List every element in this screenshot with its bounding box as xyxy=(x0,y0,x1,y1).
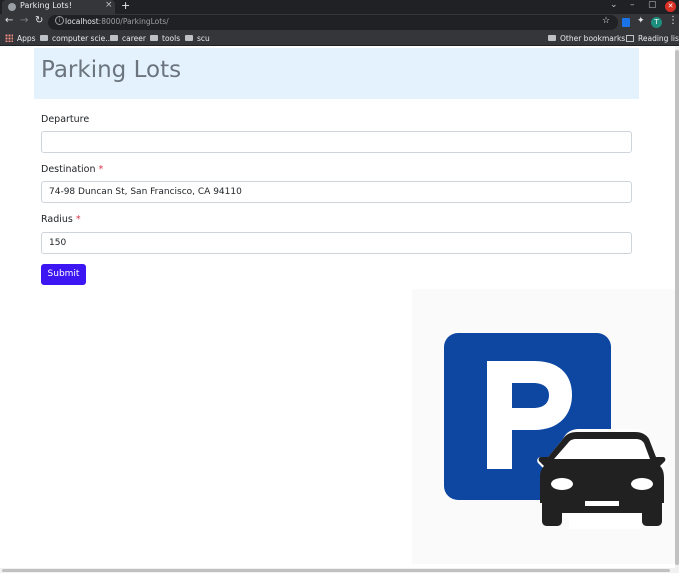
destination-label: Destination * xyxy=(41,164,104,175)
folder-icon xyxy=(185,35,193,41)
departure-input[interactable] xyxy=(41,131,632,153)
other-bookmarks[interactable]: Other bookmarks xyxy=(548,34,625,43)
browser-tab[interactable]: Parking Lots! × xyxy=(2,0,115,14)
departure-label: Departure xyxy=(41,114,90,125)
reload-icon[interactable]: ↻ xyxy=(35,15,43,26)
info-icon[interactable]: i xyxy=(55,16,64,25)
maximize-button[interactable]: ▢ xyxy=(648,0,657,10)
bookmarks-bar: Apps computer scie... career tools scu O… xyxy=(0,31,679,46)
back-arrow-icon[interactable]: ← xyxy=(5,15,13,26)
radius-label: Radius * xyxy=(41,214,81,225)
required-marker: * xyxy=(75,214,81,225)
url-text: localhost:8000/ParkingLots/ xyxy=(65,17,169,26)
close-tab-icon[interactable]: × xyxy=(105,0,113,10)
extension-icon[interactable] xyxy=(622,18,630,27)
required-marker: * xyxy=(98,164,104,175)
submit-button[interactable]: Submit xyxy=(41,264,86,285)
bookmark-computer-science[interactable]: computer scie... xyxy=(40,34,112,43)
destination-input[interactable]: 74-98 Duncan St, San Francisco, CA 94110 xyxy=(41,181,632,203)
address-bar[interactable]: i localhost:8000/ParkingLots/ ☆ xyxy=(48,15,618,30)
globe-icon xyxy=(8,3,16,11)
page-header: Parking Lots xyxy=(34,48,639,99)
radius-input[interactable]: 150 xyxy=(41,232,632,254)
bookmark-tools[interactable]: tools xyxy=(150,34,180,43)
bookmark-star-icon[interactable]: ☆ xyxy=(602,16,610,26)
browser-toolbar: ← → ↻ i localhost:8000/ParkingLots/ ☆ ✦ … xyxy=(0,14,679,31)
kebab-menu-icon[interactable]: ⋮ xyxy=(668,15,678,26)
bookmark-apps[interactable]: Apps xyxy=(5,34,36,43)
profile-avatar[interactable]: T xyxy=(651,17,662,28)
forward-arrow-icon[interactable]: → xyxy=(20,15,28,26)
reading-list-icon xyxy=(626,35,634,42)
folder-icon xyxy=(548,35,556,41)
bookmark-scu[interactable]: scu xyxy=(185,34,210,43)
folder-icon xyxy=(110,35,118,41)
folder-icon xyxy=(150,35,158,41)
parking-illustration xyxy=(412,289,676,564)
horizontal-scroll-thumb[interactable] xyxy=(2,569,670,572)
page-viewport: Parking Lots Departure Destination * 74-… xyxy=(0,46,679,573)
parking-car-icon xyxy=(444,333,668,529)
horizontal-scrollbar[interactable] xyxy=(0,568,675,573)
tab-search-chevron-icon[interactable]: ⌄ xyxy=(610,0,618,10)
apps-grid-icon xyxy=(5,34,13,42)
reading-list[interactable]: Reading list xyxy=(626,34,679,43)
vertical-scroll-thumb[interactable] xyxy=(675,50,679,565)
minimize-button[interactable]: – xyxy=(630,0,635,10)
vertical-scrollbar[interactable] xyxy=(675,46,679,573)
tab-title: Parking Lots! xyxy=(20,1,72,10)
window-close-button[interactable]: ✕ xyxy=(665,1,676,12)
new-tab-button[interactable]: + xyxy=(121,0,130,12)
browser-tab-bar: Parking Lots! × + ⌄ – ▢ ✕ xyxy=(0,0,679,14)
puzzle-extensions-icon[interactable]: ✦ xyxy=(637,16,645,26)
page-title: Parking Lots xyxy=(41,57,182,83)
folder-icon xyxy=(40,35,48,41)
bookmark-career[interactable]: career xyxy=(110,34,146,43)
